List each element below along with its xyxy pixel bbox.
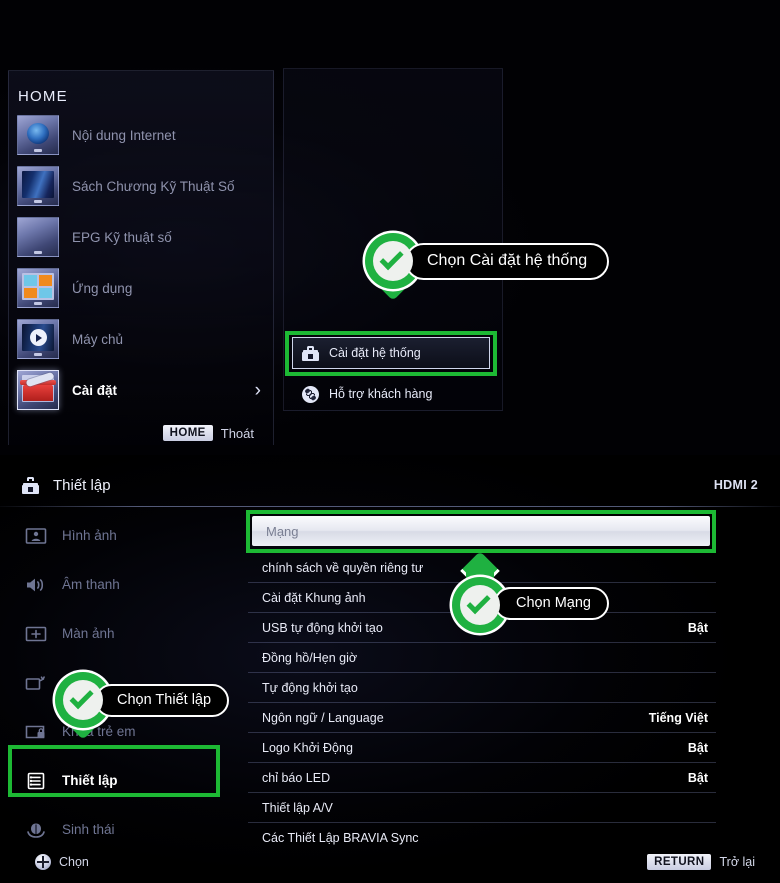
parental-lock-icon [25, 723, 47, 741]
toolbox-icon [22, 476, 41, 494]
sidebar-item-label: Sinh thái [62, 822, 115, 837]
highlight-box-mang [246, 510, 716, 553]
submenu-item-system-settings[interactable]: Cài đặt hệ thống [292, 339, 494, 367]
row-label: Đồng hồ/Hẹn giờ [262, 650, 358, 665]
toolbox-thumbnail-icon [17, 370, 59, 410]
tv-thumbnail-icon [17, 166, 59, 206]
list-row[interactable]: chỉ báo LED Bật [248, 763, 716, 793]
home-menu-panel: HOME Nội dung Internet Sách Chương Kỹ Th… [0, 0, 780, 455]
home-item-label: Nội dung Internet [72, 127, 176, 143]
row-label: chính sách về quyền riêng tư [262, 560, 424, 575]
chevron-right-icon: › [254, 379, 261, 401]
home-item-label: Ứng dụng [72, 280, 133, 296]
row-label: USB tự động khởi tạo [262, 620, 383, 635]
header-divider [0, 506, 780, 507]
callout-label: Chọn Thiết lập [95, 683, 230, 717]
sidebar-item-label: Màn ảnh [62, 626, 115, 641]
home-footer-hint: HOME Thoát [0, 425, 266, 441]
home-item-label: EPG Kỹ thuật số [72, 229, 172, 245]
dpad-icon [35, 854, 51, 870]
callout-select-network: Chọn Mạng [452, 551, 609, 633]
status-left-label: Chọn [59, 855, 89, 869]
list-row[interactable]: Ngôn ngữ / Language Tiếng Việt [248, 703, 716, 733]
status-bar: Chọn RETURN Trở lại [0, 841, 780, 883]
submenu-item-label: Hỗ trợ khách hàng [329, 387, 433, 401]
toolbox-icon [302, 345, 319, 361]
apps-thumbnail-icon [17, 268, 59, 308]
speaker-icon [25, 576, 47, 594]
sidebar-item-sound[interactable]: Âm thanh [0, 560, 232, 609]
screen-icon [25, 625, 47, 643]
status-return-hint: RETURN Trở lại [647, 854, 755, 870]
settings-header: Thiết lập HDMI 2 [0, 465, 780, 505]
status-right-label: Trở lại [719, 855, 755, 869]
list-row[interactable]: Logo Khởi Động Bật [248, 733, 716, 763]
home-item-digital-epg[interactable]: EPG Kỹ thuật số [17, 214, 267, 260]
row-label: Thiết lập A/V [262, 800, 333, 815]
home-exit-label: Thoát [220, 425, 254, 441]
row-label: Ngôn ngữ / Language [262, 710, 384, 725]
callout-label: Chọn Mạng [494, 586, 609, 620]
home-title: HOME [18, 88, 68, 105]
eco-leaf-icon [25, 821, 47, 839]
callout-label: Chọn Cài đặt hệ thống [405, 242, 610, 280]
submenu-item-customer-support[interactable]: Hỗ trợ khách hàng [292, 380, 494, 408]
row-value: Bật [687, 770, 708, 785]
return-key-badge: RETURN [647, 854, 712, 870]
home-item-media-server[interactable]: Máy chủ [17, 316, 267, 362]
home-item-applications[interactable]: Ứng dụng [17, 265, 267, 311]
row-label: Logo Khởi Động [262, 740, 353, 755]
phone-icon [302, 385, 319, 403]
callout-select-setup: Chọn Thiết lập [55, 672, 230, 742]
submenu-item-label: Cài đặt hệ thống [329, 346, 421, 360]
home-item-label: Máy chủ [72, 331, 124, 347]
media-server-thumbnail-icon [17, 319, 59, 359]
row-label: chỉ báo LED [262, 770, 331, 785]
home-item-settings[interactable]: Cài đặt › [17, 367, 267, 413]
row-value: Bật [687, 740, 708, 755]
callout-select-system-settings: Chọn Cài đặt hệ thống [365, 233, 610, 303]
sidebar-item-label: Hình ảnh [62, 528, 117, 543]
row-value: Tiếng Việt [648, 710, 708, 725]
home-item-label: Sách Chương Kỹ Thuật Số [72, 178, 235, 194]
list-row[interactable]: Đồng hồ/Hẹn giờ [248, 643, 716, 673]
home-item-digital-book[interactable]: Sách Chương Kỹ Thuật Số [17, 163, 267, 209]
home-item-internet-content[interactable]: Nội dung Internet [17, 112, 267, 158]
status-select-hint: Chọn [35, 854, 89, 870]
row-label: Cài đặt Khung ảnh [262, 590, 366, 605]
globe-thumbnail-icon [17, 115, 59, 155]
tv-settings-screenshot: HOME Nội dung Internet Sách Chương Kỹ Th… [0, 0, 780, 883]
picture-icon [25, 527, 47, 545]
home-item-label: Cài đặt [72, 382, 118, 398]
input-source-label: HDMI 2 [713, 478, 758, 492]
sidebar-item-screen[interactable]: Màn ảnh [0, 609, 232, 658]
page-title: Thiết lập [53, 476, 111, 494]
highlight-box-setup [8, 745, 220, 797]
list-row[interactable]: Thiết lập A/V [248, 793, 716, 823]
row-label: Tự động khởi tạo [262, 680, 358, 695]
tv-guide-thumbnail-icon [17, 217, 59, 257]
sidebar-item-picture[interactable]: Hình ảnh [0, 511, 232, 560]
channel-icon [25, 674, 47, 692]
list-row[interactable]: Tự động khởi tạo [248, 673, 716, 703]
home-key-badge: HOME [162, 425, 213, 441]
sidebar-item-label: Âm thanh [62, 577, 120, 592]
row-value: Bật [687, 620, 708, 635]
